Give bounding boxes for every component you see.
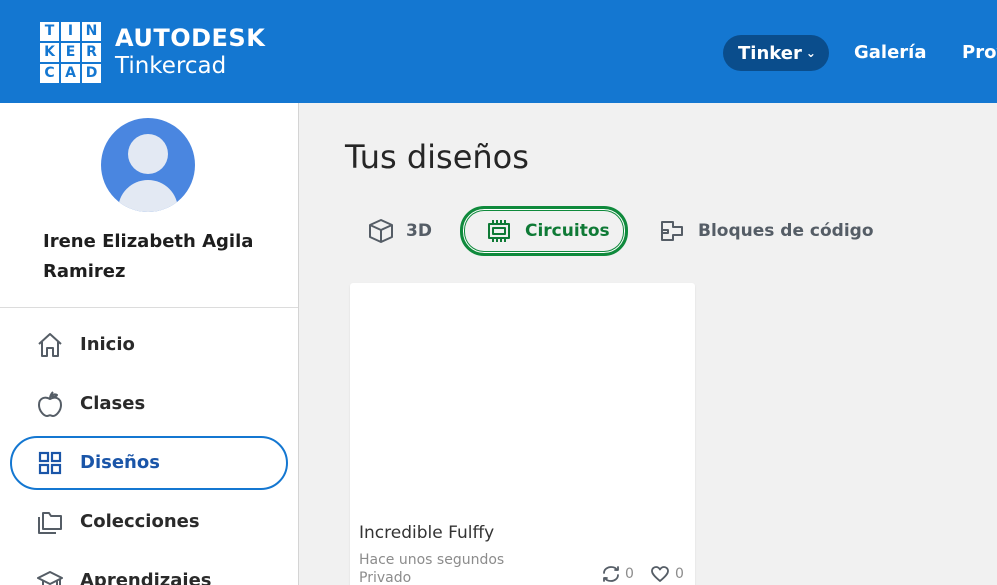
design-title[interactable]: Incredible Fulffy bbox=[359, 521, 494, 545]
nav-tinker-dropdown[interactable]: Tinker ⌄ bbox=[723, 35, 829, 71]
sidebar-item-label: Diseños bbox=[80, 452, 160, 473]
logo-letter: E bbox=[61, 43, 80, 62]
nav-tinker-label: Tinker bbox=[738, 43, 802, 64]
sidebar-item-clases[interactable]: Clases bbox=[10, 377, 288, 431]
avatar[interactable] bbox=[101, 118, 195, 212]
code-blocks-icon bbox=[661, 221, 683, 241]
page-title: Tus diseños bbox=[345, 138, 529, 176]
tab-label: Bloques de código bbox=[698, 221, 874, 241]
sidebar: Irene Elizabeth Agila Ramirez Inicio Cla… bbox=[0, 103, 299, 585]
home-icon bbox=[38, 333, 62, 357]
logo-letter: K bbox=[40, 43, 59, 62]
apple-icon bbox=[38, 391, 62, 417]
top-header: T I N K E R C A D AUTODESK Tinkercad Tin… bbox=[0, 0, 997, 103]
logo-letter: I bbox=[61, 22, 80, 41]
graduation-cap-icon bbox=[37, 571, 63, 585]
sidebar-item-label: Aprendizajes bbox=[80, 570, 212, 585]
nav-galeria[interactable]: Galería bbox=[854, 35, 927, 71]
sidebar-item-label: Inicio bbox=[80, 334, 135, 355]
design-copies-count: 0 bbox=[625, 566, 634, 582]
tab-label: 3D bbox=[406, 221, 432, 241]
tab-3d[interactable]: 3D bbox=[356, 207, 446, 255]
chip-icon bbox=[488, 220, 510, 242]
avatar-shoulders bbox=[118, 180, 178, 212]
design-copies: 0 bbox=[600, 564, 640, 584]
design-likes[interactable]: 0 bbox=[650, 564, 690, 584]
remix-icon bbox=[603, 566, 619, 582]
sidebar-item-aprendizajes[interactable]: Aprendizajes bbox=[10, 554, 288, 585]
avatar-head bbox=[128, 134, 168, 174]
design-time: Hace unos segundos bbox=[359, 552, 505, 568]
logo-letter: T bbox=[40, 22, 59, 41]
logo-letter: C bbox=[40, 64, 59, 83]
sidebar-item-colecciones[interactable]: Colecciones bbox=[10, 495, 288, 549]
design-privacy: Privado bbox=[359, 570, 412, 585]
nav-proyectos[interactable]: Proy bbox=[962, 35, 997, 71]
brand-tinkercad: Tinkercad bbox=[115, 53, 227, 79]
design-card[interactable]: Incredible Fulffy Hace unos segundos Pri… bbox=[350, 283, 695, 585]
logo-letter: N bbox=[82, 22, 101, 41]
logo-letter: A bbox=[61, 64, 80, 83]
tinkercad-logo[interactable]: T I N K E R C A D bbox=[40, 22, 101, 83]
folders-icon bbox=[38, 512, 62, 534]
heart-icon bbox=[651, 566, 669, 582]
tab-bloques-de-codigo[interactable]: Bloques de código bbox=[646, 207, 876, 255]
sidebar-item-label: Colecciones bbox=[80, 511, 200, 532]
design-likes-count: 0 bbox=[675, 566, 684, 582]
tab-label: Circuitos bbox=[525, 221, 610, 241]
sidebar-item-inicio[interactable]: Inicio bbox=[10, 318, 288, 372]
chevron-down-icon: ⌄ bbox=[805, 46, 816, 60]
user-name: Irene Elizabeth Agila Ramirez bbox=[43, 231, 254, 282]
logo-letter: D bbox=[82, 64, 101, 83]
sidebar-divider bbox=[0, 307, 298, 308]
sidebar-item-disenos[interactable]: Diseños bbox=[10, 436, 288, 490]
brand-wordmark[interactable]: AUTODESK Tinkercad bbox=[115, 24, 265, 80]
brand-autodesk: AUTODESK bbox=[115, 24, 266, 52]
cube-icon bbox=[369, 219, 393, 243]
sidebar-item-label: Clases bbox=[80, 393, 146, 414]
logo-letter: R bbox=[82, 43, 101, 62]
grid-icon bbox=[38, 451, 62, 475]
tab-circuitos[interactable]: Circuitos bbox=[460, 206, 628, 256]
